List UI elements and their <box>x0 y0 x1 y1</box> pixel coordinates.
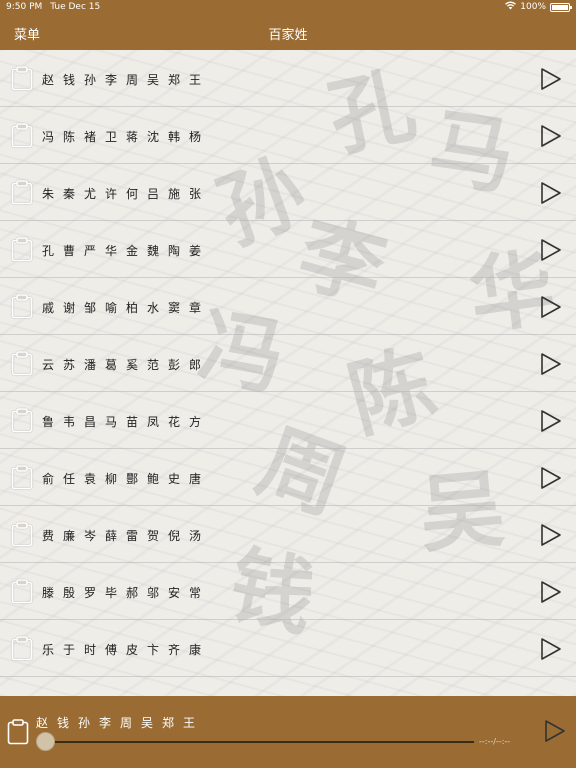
list-item[interactable]: 赵钱孙李周吴郑王 <box>0 50 576 107</box>
clipboard-icon[interactable] <box>11 636 33 661</box>
play-icon[interactable] <box>540 352 562 376</box>
surname-line: 俞任袁柳酆鲍史唐 <box>42 472 211 486</box>
play-icon[interactable] <box>540 637 562 661</box>
list-item[interactable]: 冯陈褚卫蒋沈韩杨 <box>0 107 576 164</box>
surname-list: 赵钱孙李周吴郑王 冯陈褚卫蒋沈韩杨 朱秦尤许何吕施张 孔曹严华金魏陶姜 戚谢邹喻柏水窦章… <box>0 50 576 677</box>
time-label: --:--/--:-- <box>479 737 511 746</box>
list-item[interactable]: 滕殷罗毕郝邬安常 <box>0 563 576 620</box>
surname-list-area[interactable]: 孔马孙李华冯陈周吴钱 赵钱孙李周吴郑王 冯陈褚卫蒋沈韩杨 朱秦尤许何吕施张 孔曹严华金… <box>0 50 576 696</box>
clipboard-icon[interactable] <box>11 66 33 91</box>
status-date: Tue Dec 15 <box>50 2 101 12</box>
clipboard-icon[interactable] <box>11 237 33 262</box>
play-icon[interactable] <box>540 67 562 91</box>
clipboard-icon[interactable] <box>11 522 33 547</box>
surname-line: 朱秦尤许何吕施张 <box>42 187 211 201</box>
page-title: 百家姓 <box>268 28 308 43</box>
progress-track[interactable] <box>46 741 474 743</box>
clipboard-icon[interactable] <box>11 579 33 604</box>
play-icon[interactable] <box>540 523 562 547</box>
list-item[interactable]: 云苏潘葛奚范彭郎 <box>0 335 576 392</box>
progress-thumb[interactable] <box>36 732 55 751</box>
play-icon[interactable] <box>544 719 566 743</box>
status-right: 100% <box>505 1 572 13</box>
play-icon[interactable] <box>540 409 562 433</box>
battery-icon <box>550 2 572 12</box>
now-playing-text: 赵钱孙李周吴郑王 <box>36 716 205 730</box>
clipboard-icon[interactable] <box>11 123 33 148</box>
status-time: 9:50 PM <box>6 2 43 12</box>
clipboard-icon[interactable] <box>11 465 33 490</box>
surname-line: 鲁韦昌马苗凤花方 <box>42 415 211 429</box>
list-item[interactable]: 乐于时傅皮卞齐康 <box>0 620 576 677</box>
nav-bar: 菜单 百家姓 <box>0 14 576 50</box>
list-item[interactable]: 朱秦尤许何吕施张 <box>0 164 576 221</box>
surname-line: 费廉岑薛雷贺倪汤 <box>42 529 211 543</box>
clipboard-icon[interactable] <box>11 294 33 319</box>
play-icon[interactable] <box>540 238 562 262</box>
surname-line: 赵钱孙李周吴郑王 <box>42 73 211 87</box>
list-item[interactable]: 费廉岑薛雷贺倪汤 <box>0 506 576 563</box>
clipboard-icon[interactable] <box>7 719 29 745</box>
play-icon[interactable] <box>540 466 562 490</box>
surname-line: 冯陈褚卫蒋沈韩杨 <box>42 130 211 144</box>
play-icon[interactable] <box>540 181 562 205</box>
list-item[interactable]: 俞任袁柳酆鲍史唐 <box>0 449 576 506</box>
play-icon[interactable] <box>540 295 562 319</box>
list-item[interactable]: 戚谢邹喻柏水窦章 <box>0 278 576 335</box>
surname-line: 孔曹严华金魏陶姜 <box>42 244 211 258</box>
clipboard-icon[interactable] <box>11 351 33 376</box>
surname-line: 戚谢邹喻柏水窦章 <box>42 301 211 315</box>
status-bar: 9:50 PM Tue Dec 15 100% <box>0 0 576 14</box>
wifi-icon <box>505 1 517 13</box>
surname-line: 乐于时傅皮卞齐康 <box>42 643 211 657</box>
clipboard-icon[interactable] <box>11 180 33 205</box>
list-item[interactable]: 鲁韦昌马苗凤花方 <box>0 392 576 449</box>
play-icon[interactable] <box>540 124 562 148</box>
audio-player: 赵钱孙李周吴郑王 --:--/--:-- <box>0 696 576 768</box>
surname-line: 滕殷罗毕郝邬安常 <box>42 586 211 600</box>
list-item[interactable]: 孔曹严华金魏陶姜 <box>0 221 576 278</box>
clipboard-icon[interactable] <box>11 408 33 433</box>
surname-line: 云苏潘葛奚范彭郎 <box>42 358 211 372</box>
battery-percent: 100% <box>520 2 546 12</box>
play-icon[interactable] <box>540 580 562 604</box>
